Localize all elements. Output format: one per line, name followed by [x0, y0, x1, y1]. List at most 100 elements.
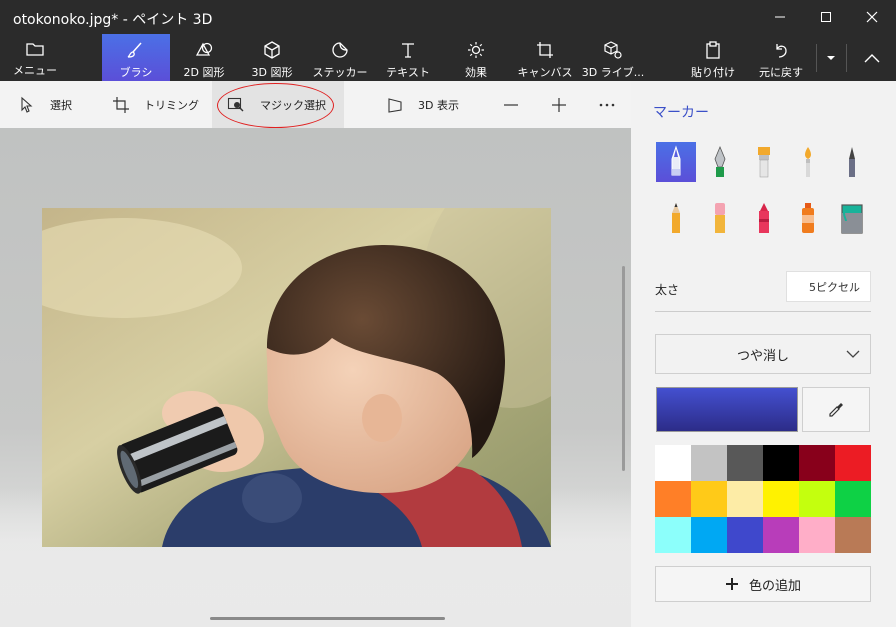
brush-pixel-pen[interactable]: [832, 142, 872, 182]
finish-dropdown[interactable]: つや消し: [655, 334, 871, 374]
oil-brush-icon: [758, 147, 770, 178]
brush-marker[interactable]: [656, 142, 696, 182]
tool-canvas[interactable]: キャンバス: [512, 34, 578, 81]
select-label: 選択: [50, 98, 72, 112]
menu-label: メニュー: [13, 64, 57, 77]
color-swatch[interactable]: [835, 517, 871, 553]
brush-calligraphy-pen[interactable]: [700, 142, 740, 182]
add-color-label: 色の追加: [748, 578, 801, 594]
crop-button[interactable]: トリミング: [104, 81, 200, 128]
highlight-annotation: [217, 83, 334, 128]
color-swatch[interactable]: [763, 481, 799, 517]
view-3d-button[interactable]: 3D 表示: [380, 81, 480, 128]
color-swatch[interactable]: [799, 481, 835, 517]
color-swatch[interactable]: [727, 445, 763, 481]
boy-photo-image: [42, 208, 551, 547]
spray-can-icon: [802, 203, 814, 233]
tool-2d-shapes[interactable]: 2D 図形: [172, 34, 236, 81]
crayon-icon: [759, 203, 769, 233]
color-swatch[interactable]: [763, 445, 799, 481]
zoom-out-button[interactable]: [494, 81, 528, 128]
eraser-icon: [715, 203, 725, 233]
color-swatch[interactable]: [691, 481, 727, 517]
3d-shapes-icon: [264, 41, 280, 59]
brush-side-panel: マーカー 太さ 5ピクセル つや消し 色の追加: [631, 81, 896, 627]
add-color-button[interactable]: 色の追加: [655, 566, 871, 602]
thickness-input[interactable]: 5ピクセル: [786, 271, 871, 302]
brush-icon: [127, 42, 142, 58]
color-palette: [655, 445, 871, 553]
2d-shapes-icon: [195, 42, 213, 56]
finish-value: つや消し: [736, 348, 789, 364]
maximize-icon: [821, 12, 831, 22]
color-swatch[interactable]: [691, 517, 727, 553]
canvas-area[interactable]: [0, 128, 631, 627]
tool-stickers[interactable]: ステッカー: [306, 34, 374, 81]
color-swatch[interactable]: [655, 445, 691, 481]
thickness-label: 太さ: [655, 283, 680, 297]
undo-icon: [776, 44, 787, 58]
tool-effects[interactable]: 効果: [444, 34, 508, 81]
tool-effects-label: 効果: [465, 66, 487, 79]
color-swatch[interactable]: [727, 481, 763, 517]
pixel-pen-icon: [849, 147, 855, 177]
paste-button[interactable]: 貼り付け: [688, 34, 738, 81]
horizontal-scrollbar[interactable]: [210, 617, 445, 620]
tool-brush[interactable]: ブラシ: [102, 34, 170, 81]
brush-spray-can[interactable]: [788, 198, 828, 238]
tool-3d-library-label: 3D ライブ...: [581, 66, 645, 79]
canvas-photo[interactable]: [42, 208, 551, 547]
ribbon-separator: [816, 44, 817, 72]
window-title: otokonoko.jpg* - ペイント 3D: [13, 12, 213, 28]
tool-3d-library[interactable]: 3D ライブ...: [580, 34, 646, 81]
tool-text-label: テキスト: [386, 66, 430, 79]
canvas-icon: [537, 42, 553, 58]
undo-label: 元に戻す: [759, 66, 803, 79]
color-swatch[interactable]: [655, 517, 691, 553]
select-button[interactable]: 選択: [10, 81, 90, 128]
brush-crayon[interactable]: [744, 198, 784, 238]
view-3d-icon: [388, 97, 402, 113]
undo-button[interactable]: 元に戻す: [752, 34, 810, 81]
color-swatch[interactable]: [691, 445, 727, 481]
color-swatch[interactable]: [835, 481, 871, 517]
thickness-slider[interactable]: [655, 311, 871, 312]
eyedropper-button[interactable]: [802, 387, 870, 432]
minimize-button[interactable]: [757, 0, 803, 34]
menu-button[interactable]: メニュー: [0, 34, 70, 81]
brush-eraser[interactable]: [700, 198, 740, 238]
zoom-in-button[interactable]: [542, 81, 576, 128]
color-swatch[interactable]: [799, 517, 835, 553]
collapse-ribbon-button[interactable]: [848, 34, 896, 81]
tool-brush-label: ブラシ: [119, 66, 153, 79]
color-swatch[interactable]: [655, 481, 691, 517]
color-swatch[interactable]: [763, 517, 799, 553]
crop-label: トリミング: [144, 98, 199, 112]
3d-library-icon: [604, 41, 622, 59]
eyedropper-icon: [829, 402, 843, 417]
folder-icon: [26, 43, 44, 56]
color-swatch[interactable]: [727, 517, 763, 553]
title-bar: otokonoko.jpg* - ペイント 3D: [0, 0, 896, 34]
more-options-button[interactable]: [590, 81, 624, 128]
view-3d-label: 3D 表示: [418, 98, 459, 112]
marker-icon: [671, 145, 681, 176]
brush-oil[interactable]: [744, 142, 784, 182]
current-color-swatch[interactable]: [656, 387, 798, 432]
color-swatch[interactable]: [835, 445, 871, 481]
tool-text[interactable]: テキスト: [376, 34, 440, 81]
history-dropdown-button[interactable]: [818, 34, 844, 81]
zoom-in-icon: [552, 97, 566, 112]
close-button[interactable]: [849, 0, 895, 34]
fill-bucket-icon: [841, 204, 863, 234]
brush-watercolor[interactable]: [788, 142, 828, 182]
chevron-down-icon: [827, 55, 835, 60]
brush-pencil[interactable]: [656, 198, 696, 238]
plus-icon: [725, 578, 738, 590]
tool-3d-shapes[interactable]: 3D 図形: [240, 34, 304, 81]
crop-icon: [113, 96, 129, 113]
maximize-button[interactable]: [803, 0, 849, 34]
color-swatch[interactable]: [799, 445, 835, 481]
vertical-scrollbar[interactable]: [622, 266, 625, 471]
brush-fill[interactable]: [832, 198, 872, 238]
